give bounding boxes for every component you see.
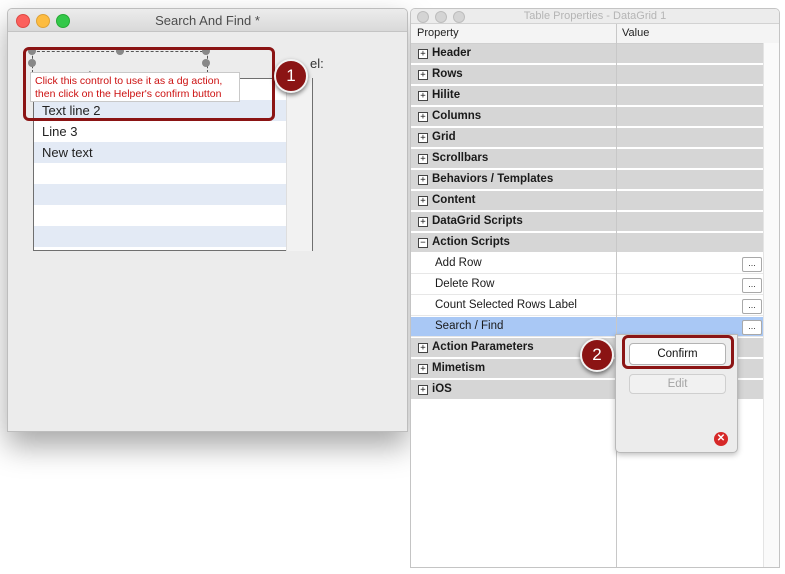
expand-icon[interactable]: + — [418, 217, 428, 227]
grid-row[interactable] — [34, 184, 312, 205]
grid-row[interactable] — [34, 205, 312, 226]
expand-icon[interactable]: + — [418, 343, 428, 353]
window-title: Search And Find * — [155, 13, 260, 28]
group-label: Grid — [432, 131, 456, 143]
property-group-action-scripts[interactable]: − Action Scripts — [411, 233, 763, 253]
properties-scrollbar[interactable] — [763, 43, 779, 567]
action-script-row[interactable]: Count Selected Rows Label... — [411, 296, 763, 316]
expand-icon[interactable]: + — [418, 70, 428, 80]
property-group-behaviors[interactable]: + Behaviors / Templates — [411, 170, 763, 190]
value-column-header[interactable]: Value — [622, 27, 649, 39]
edit-button[interactable]: Edit — [629, 374, 726, 394]
property-group-rows[interactable]: + Rows — [411, 65, 763, 85]
action-script-row[interactable]: Delete Row... — [411, 275, 763, 295]
ellipsis-button[interactable]: ... — [742, 278, 762, 293]
row-label: Add Row — [435, 257, 482, 269]
annotation-highlight-1 — [23, 47, 275, 121]
property-group-hilite[interactable]: + Hilite — [411, 86, 763, 106]
left-titlebar: Search And Find * — [8, 9, 407, 32]
search-and-find-window: Search And Find * el: Text line 2 Line 3… — [7, 8, 408, 432]
row-label: Count Selected Rows Label — [435, 299, 577, 311]
property-column-header[interactable]: Property — [417, 27, 459, 39]
group-label: Content — [432, 194, 476, 206]
group-label: Header — [432, 47, 471, 59]
property-group-datagrid-scripts[interactable]: + DataGrid Scripts — [411, 212, 763, 232]
group-label: Action Parameters — [432, 341, 534, 353]
expand-icon[interactable]: + — [418, 154, 428, 164]
expand-icon[interactable]: + — [418, 364, 428, 374]
window-title: Table Properties - DataGrid 1 — [523, 10, 667, 22]
column-header: Property Value — [411, 24, 779, 44]
ellipsis-button[interactable]: ... — [742, 257, 762, 272]
ellipsis-button[interactable]: ... — [742, 320, 762, 335]
close-icon[interactable]: ✕ — [714, 432, 728, 446]
group-label: iOS — [432, 383, 452, 395]
expand-icon[interactable]: + — [418, 49, 428, 59]
expand-icon[interactable]: + — [418, 91, 428, 101]
group-label: Columns — [432, 110, 482, 122]
property-group-scrollbars[interactable]: + Scrollbars — [411, 149, 763, 169]
annotation-badge-1: 1 — [274, 59, 308, 93]
expand-icon[interactable]: + — [418, 112, 428, 122]
group-label: Mimetism — [432, 362, 486, 374]
grid-row[interactable] — [34, 163, 312, 184]
group-label: DataGrid Scripts — [432, 215, 523, 227]
right-titlebar: Table Properties - DataGrid 1 — [411, 9, 779, 24]
grid-row[interactable]: New text — [34, 142, 312, 163]
expand-icon[interactable]: + — [418, 196, 428, 206]
group-label: Rows — [432, 68, 463, 80]
grid-scrollbar[interactable] — [286, 78, 312, 251]
group-label: Hilite — [432, 89, 461, 101]
group-label: Behaviors / Templates — [432, 173, 554, 185]
column-divider[interactable] — [616, 24, 617, 567]
expand-icon[interactable]: + — [418, 385, 428, 395]
annotation-badge-2: 2 — [580, 338, 614, 372]
ellipsis-button[interactable]: ... — [742, 299, 762, 314]
expand-icon[interactable]: + — [418, 175, 428, 185]
property-group-grid[interactable]: + Grid — [411, 128, 763, 148]
group-label: Scrollbars — [432, 152, 489, 164]
collapse-icon[interactable]: − — [418, 238, 428, 248]
row-label: Search / Find — [435, 320, 504, 332]
action-script-row[interactable]: Add Row... — [411, 254, 763, 274]
property-group-header[interactable]: + Header — [411, 44, 763, 64]
grid-row[interactable]: Line 3 — [34, 121, 312, 142]
field-label: el: — [310, 56, 324, 71]
expand-icon[interactable]: + — [418, 133, 428, 143]
property-group-content[interactable]: + Content — [411, 191, 763, 211]
grid-row[interactable] — [34, 226, 312, 247]
row-label: Delete Row — [435, 278, 495, 290]
group-label: Action Scripts — [432, 236, 510, 248]
property-group-columns[interactable]: + Columns — [411, 107, 763, 127]
table-properties-window: Table Properties - DataGrid 1 Property V… — [410, 8, 780, 568]
annotation-highlight-2 — [622, 335, 734, 369]
